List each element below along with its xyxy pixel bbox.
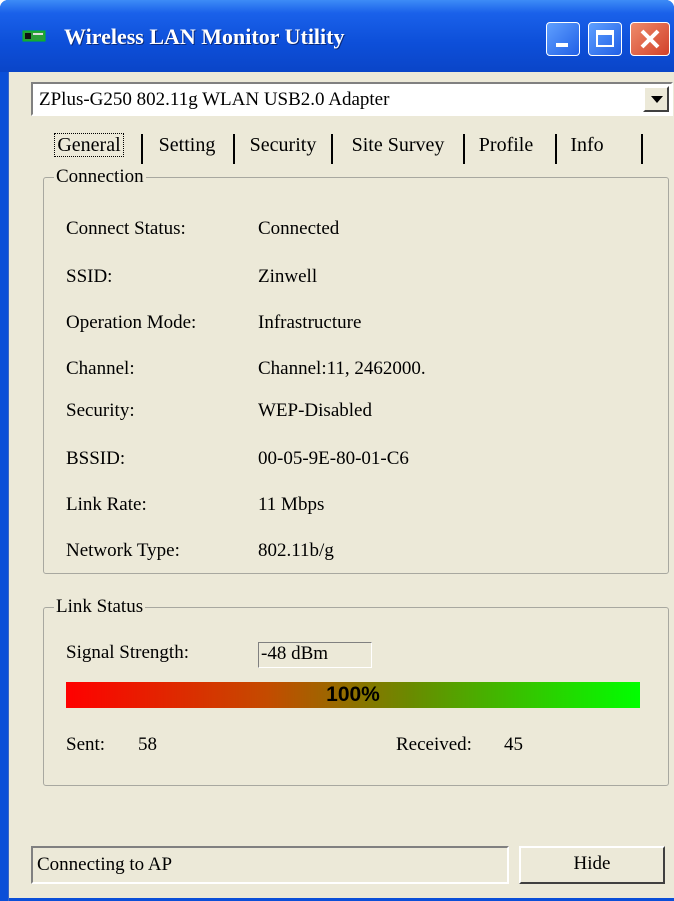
general-tab-panel: Connection Connect Status: Connected SSI… — [31, 166, 673, 810]
operation-mode-label: Operation Mode: — [66, 312, 197, 333]
sent-value: 58 — [138, 734, 157, 755]
app-window: Wireless LAN Monitor Utility ZPlus-G250 … — [0, 0, 674, 901]
ssid-value: Zinwell — [258, 266, 318, 287]
channel-label: Channel: — [66, 358, 135, 379]
maximize-button[interactable] — [588, 22, 622, 56]
sent-label: Sent: — [66, 734, 106, 755]
tab-profile[interactable]: Profile — [467, 130, 545, 164]
dialog-body: ZPlus-G250 802.11g WLAN USB2.0 Adapter G… — [8, 72, 674, 901]
adapter-select[interactable]: ZPlus-G250 802.11g WLAN USB2.0 Adapter — [31, 82, 673, 116]
tab-info[interactable]: Info — [559, 130, 615, 164]
chevron-down-icon[interactable] — [643, 86, 669, 112]
link-quality-bar: 100% — [66, 682, 640, 708]
title-bar[interactable]: Wireless LAN Monitor Utility — [0, 0, 674, 72]
received-value: 45 — [504, 734, 523, 755]
close-button[interactable] — [630, 22, 670, 56]
maximize-icon — [596, 30, 614, 47]
tab-security[interactable]: Security — [237, 130, 329, 164]
link-quality-percent: 100% — [326, 683, 380, 706]
window-title: Wireless LAN Monitor Utility — [64, 24, 345, 49]
tab-general[interactable]: General — [39, 130, 139, 164]
bssid-label: BSSID: — [66, 448, 126, 469]
signal-strength-value: -48 dBm — [258, 642, 372, 668]
connect-status-value: Connected — [258, 218, 340, 239]
link-status-legend: Link Status — [56, 596, 144, 617]
close-icon — [640, 29, 660, 49]
network-type-label: Network Type: — [66, 540, 180, 561]
security-value: WEP-Disabled — [258, 400, 372, 421]
tab-site-survey[interactable]: Site Survey — [335, 130, 461, 164]
tab-separator — [641, 134, 643, 164]
connect-status-label: Connect Status: — [66, 218, 186, 239]
security-label: Security: — [66, 400, 135, 421]
minimize-icon — [556, 43, 568, 47]
signal-strength-label: Signal Strength: — [66, 642, 189, 663]
link-rate-value: 11 Mbps — [258, 494, 325, 515]
ssid-label: SSID: — [66, 266, 113, 287]
status-bar: Connecting to AP — [31, 846, 509, 884]
hide-button[interactable]: Hide — [519, 846, 665, 884]
bssid-value: 00-05-9E-80-01-C6 — [258, 448, 409, 469]
tab-separator — [555, 134, 557, 164]
connection-group: Connection Connect Status: Connected SSI… — [43, 166, 669, 574]
tab-separator — [233, 134, 235, 164]
minimize-button[interactable] — [546, 22, 580, 56]
tab-strip: General Setting Security Site Survey Pro… — [31, 130, 651, 166]
adapter-select-value: ZPlus-G250 802.11g WLAN USB2.0 Adapter — [39, 89, 390, 110]
link-rate-label: Link Rate: — [66, 494, 147, 515]
received-label: Received: — [396, 734, 472, 755]
operation-mode-value: Infrastructure — [258, 312, 362, 333]
network-adapter-icon — [22, 30, 46, 42]
tab-separator — [463, 134, 465, 164]
channel-value: Channel:11, 2462000. — [258, 358, 426, 379]
link-status-group: Link Status Signal Strength: -48 dBm 100… — [43, 596, 669, 786]
tab-separator — [331, 134, 333, 164]
tab-setting[interactable]: Setting — [143, 130, 231, 164]
network-type-value: 802.11b/g — [258, 540, 334, 561]
connection-legend: Connection — [56, 166, 144, 187]
